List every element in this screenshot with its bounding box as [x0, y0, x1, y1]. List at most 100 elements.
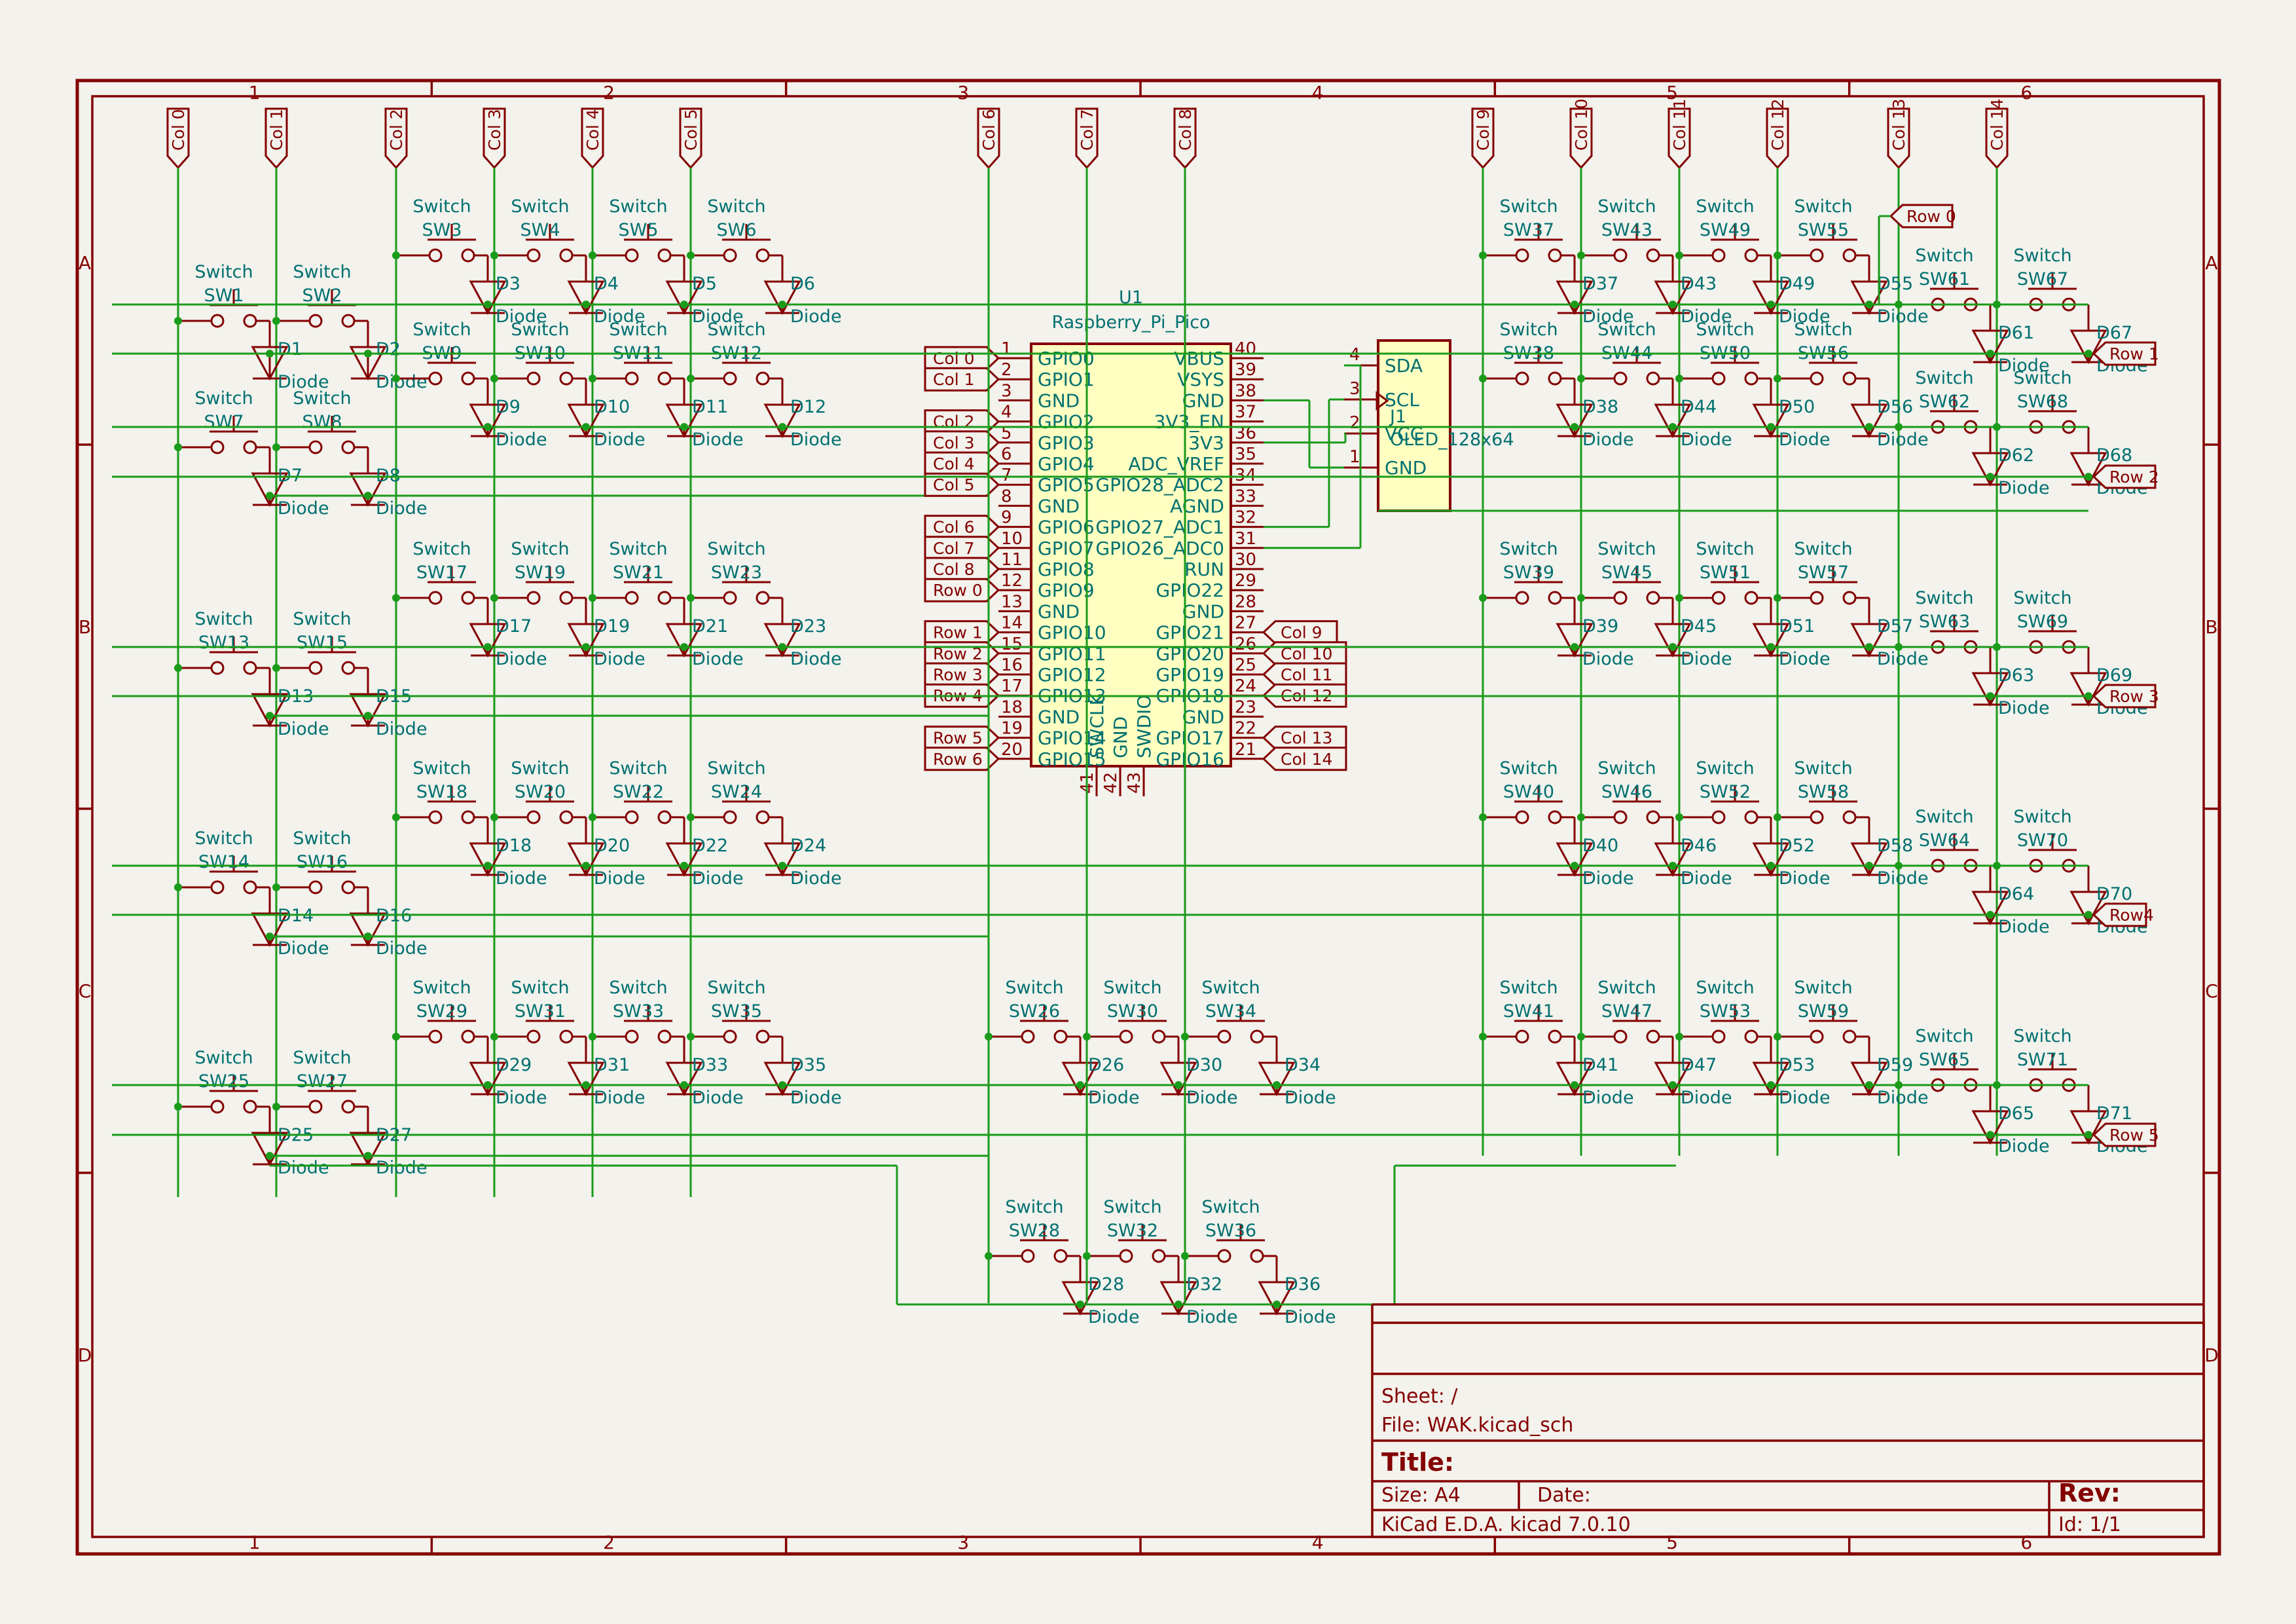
- switch-contact-left[interactable]: [1713, 1031, 1724, 1043]
- switch-contact-left[interactable]: [211, 315, 223, 327]
- switch-contact-left[interactable]: [310, 315, 321, 327]
- switch-contact-left[interactable]: [1120, 1250, 1132, 1262]
- switch-contact-right[interactable]: [462, 1031, 474, 1043]
- switch-contact-left[interactable]: [310, 662, 321, 674]
- switch-contact-right[interactable]: [1549, 811, 1561, 823]
- switch-contact-right[interactable]: [1251, 1031, 1263, 1043]
- switch-contact-left[interactable]: [724, 249, 736, 261]
- switch-contact-left[interactable]: [724, 592, 736, 604]
- switch-contact-left[interactable]: [528, 811, 539, 823]
- switch-contact-left[interactable]: [1022, 1250, 1034, 1262]
- switch-contact-left[interactable]: [626, 373, 638, 384]
- switch-contact-left[interactable]: [1218, 1031, 1230, 1043]
- switch-contact-left[interactable]: [310, 881, 321, 893]
- switch-contact-right[interactable]: [462, 249, 474, 261]
- switch-contact-left[interactable]: [626, 592, 638, 604]
- switch-contact-left[interactable]: [211, 881, 223, 893]
- switch-contact-left[interactable]: [310, 1101, 321, 1113]
- switch-contact-right[interactable]: [659, 373, 670, 384]
- switch-contact-right[interactable]: [1549, 592, 1561, 604]
- switch-contact-right[interactable]: [462, 811, 474, 823]
- switch-contact-right[interactable]: [659, 811, 670, 823]
- switch-contact-left[interactable]: [528, 249, 539, 261]
- switch-contact-left[interactable]: [1614, 592, 1626, 604]
- switch-contact-left[interactable]: [1614, 249, 1626, 261]
- switch-contact-right[interactable]: [1745, 249, 1757, 261]
- switch-contact-right[interactable]: [1647, 373, 1659, 384]
- switch-contact-left[interactable]: [724, 811, 736, 823]
- switch-contact-left[interactable]: [1120, 1031, 1132, 1043]
- switch-contact-right[interactable]: [1549, 1031, 1561, 1043]
- switch-contact-right[interactable]: [1745, 811, 1757, 823]
- switch-contact-left[interactable]: [1811, 1031, 1823, 1043]
- switch-contact-right[interactable]: [1647, 811, 1659, 823]
- switch-contact-right[interactable]: [1549, 373, 1561, 384]
- switch-contact-left[interactable]: [211, 662, 223, 674]
- switch-contact-right[interactable]: [1844, 249, 1855, 261]
- switch-contact-right[interactable]: [342, 1101, 354, 1113]
- switch-contact-right[interactable]: [1844, 373, 1855, 384]
- switch-contact-left[interactable]: [1218, 1250, 1230, 1262]
- switch-contact-right[interactable]: [1055, 1031, 1066, 1043]
- switch-contact-right[interactable]: [1647, 1031, 1659, 1043]
- switch-contact-right[interactable]: [1251, 1250, 1263, 1262]
- switch-contact-right[interactable]: [1153, 1250, 1165, 1262]
- switch-contact-right[interactable]: [659, 249, 670, 261]
- switch-contact-left[interactable]: [626, 811, 638, 823]
- switch-contact-left[interactable]: [310, 441, 321, 453]
- switch-contact-right[interactable]: [342, 315, 354, 327]
- switch-contact-left[interactable]: [1516, 1031, 1528, 1043]
- switch-contact-left[interactable]: [528, 373, 539, 384]
- switch-contact-left[interactable]: [429, 592, 441, 604]
- switch-contact-left[interactable]: [1811, 811, 1823, 823]
- switch-contact-left[interactable]: [1713, 373, 1724, 384]
- switch-contact-left[interactable]: [1811, 249, 1823, 261]
- switch-contact-left[interactable]: [626, 1031, 638, 1043]
- switch-contact-right[interactable]: [244, 662, 256, 674]
- switch-contact-left[interactable]: [1516, 249, 1528, 261]
- switch-contact-right[interactable]: [560, 1031, 572, 1043]
- switch-contact-right[interactable]: [757, 811, 769, 823]
- switch-contact-right[interactable]: [757, 1031, 769, 1043]
- switch-contact-left[interactable]: [1713, 249, 1724, 261]
- switch-contact-right[interactable]: [1549, 249, 1561, 261]
- switch-contact-left[interactable]: [429, 373, 441, 384]
- switch-contact-left[interactable]: [1022, 1031, 1034, 1043]
- switch-contact-right[interactable]: [342, 441, 354, 453]
- switch-contact-right[interactable]: [244, 1101, 256, 1113]
- switch-contact-right[interactable]: [560, 249, 572, 261]
- switch-contact-left[interactable]: [528, 592, 539, 604]
- switch-contact-right[interactable]: [1055, 1250, 1066, 1262]
- switch-contact-left[interactable]: [1516, 811, 1528, 823]
- switch-contact-left[interactable]: [1811, 592, 1823, 604]
- switch-contact-right[interactable]: [1844, 1031, 1855, 1043]
- switch-contact-left[interactable]: [211, 441, 223, 453]
- switch-contact-left[interactable]: [1614, 811, 1626, 823]
- switch-contact-right[interactable]: [244, 881, 256, 893]
- switch-contact-right[interactable]: [1844, 592, 1855, 604]
- switch-contact-left[interactable]: [724, 373, 736, 384]
- switch-contact-left[interactable]: [724, 1031, 736, 1043]
- switch-contact-right[interactable]: [244, 315, 256, 327]
- switch-contact-left[interactable]: [1811, 373, 1823, 384]
- switch-contact-right[interactable]: [1647, 592, 1659, 604]
- switch-contact-right[interactable]: [342, 662, 354, 674]
- switch-contact-right[interactable]: [659, 592, 670, 604]
- switch-contact-left[interactable]: [1516, 592, 1528, 604]
- switch-contact-right[interactable]: [342, 881, 354, 893]
- switch-contact-left[interactable]: [211, 1101, 223, 1113]
- switch-contact-left[interactable]: [1516, 373, 1528, 384]
- switch-contact-left[interactable]: [429, 1031, 441, 1043]
- switch-contact-right[interactable]: [560, 373, 572, 384]
- switch-contact-right[interactable]: [757, 373, 769, 384]
- switch-contact-right[interactable]: [560, 592, 572, 604]
- switch-contact-left[interactable]: [429, 811, 441, 823]
- switch-contact-left[interactable]: [1713, 811, 1724, 823]
- switch-contact-right[interactable]: [462, 592, 474, 604]
- switch-contact-left[interactable]: [1713, 592, 1724, 604]
- switch-contact-right[interactable]: [1647, 249, 1659, 261]
- switch-contact-right[interactable]: [1745, 373, 1757, 384]
- switch-contact-left[interactable]: [429, 249, 441, 261]
- switch-contact-right[interactable]: [659, 1031, 670, 1043]
- switch-contact-right[interactable]: [244, 441, 256, 453]
